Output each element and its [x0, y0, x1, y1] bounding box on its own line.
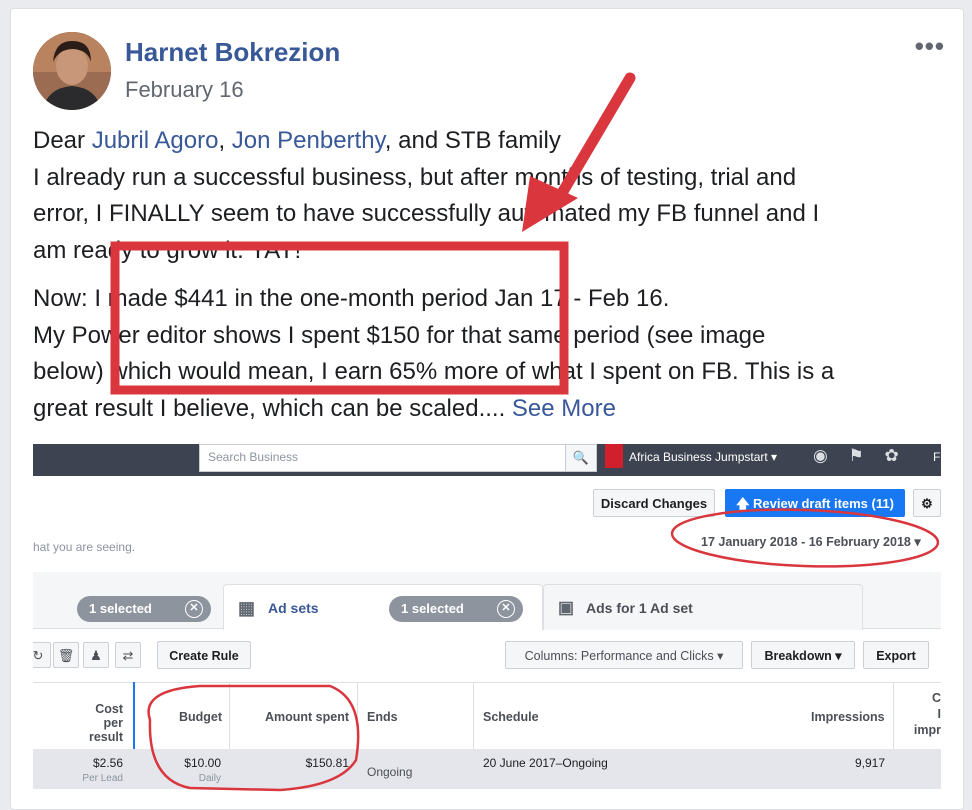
review-draft-button: 🡅 Review draft items (11) — [725, 489, 905, 517]
top-letter: F — [933, 450, 941, 464]
cell-impressions: 9,917 — [854, 756, 885, 770]
clear-icon: ✕ — [185, 600, 203, 618]
post-text: Dear Jubril Agoro, Jon Penberthy, and ST… — [33, 123, 943, 427]
header-ends: Ends — [367, 710, 398, 724]
columns-dropdown: Columns: Performance and Clicks ▾ — [505, 641, 743, 669]
export-button: Export — [863, 641, 929, 669]
cell-schedule: 20 June 2017–Ongoing — [483, 756, 608, 770]
header-impressions: Impressions — [811, 710, 885, 724]
create-rule-button: Create Rule — [157, 641, 251, 669]
discard-changes-button: Discard Changes — [593, 489, 715, 517]
account-name: Africa Business Jumpstart ▾ — [605, 444, 777, 470]
hint-text: hat you are seeing. — [33, 540, 136, 554]
notification-icons: ◉ ⚑ ✿ — [813, 446, 907, 465]
tab-ads: ▣ Ads for 1 Ad set — [543, 584, 863, 630]
paragraph-2: Now: I made $441 in the one-month period… — [33, 285, 835, 422]
header-cost-per-result: Cost per result — [88, 702, 123, 744]
users-icon: ♟ — [83, 642, 109, 668]
refresh-icon: ↻ — [33, 642, 51, 668]
trash-icon: 🗑 — [53, 642, 79, 668]
mention-jubril[interactable]: Jubril Agoro — [92, 127, 219, 154]
cell-cost: $2.56 Per Lead — [82, 756, 123, 784]
see-more-link[interactable]: See More — [512, 395, 616, 422]
cell-budget: $10.00 Daily — [184, 756, 221, 784]
cell-ends: Ongoing — [367, 765, 413, 779]
author-avatar[interactable] — [33, 32, 111, 110]
mention-jon[interactable]: Jon Penberthy — [232, 127, 385, 154]
post-date[interactable]: February 16 — [125, 77, 244, 103]
search-icon: 🔍 — [565, 444, 597, 472]
campaign-selected-pill: 1 selected ✕ — [77, 596, 211, 622]
adset-selected-pill: 1 selected ✕ — [389, 596, 523, 622]
header-amount-spent: Amount spent — [265, 710, 350, 724]
post-card: Harnet Bokrezion February 16 ••• Dear Ju… — [10, 8, 964, 810]
header-budget: Budget — [179, 710, 223, 724]
ads-manager-screenshot[interactable]: Search Business 🔍 Africa Business Jumpst… — [33, 444, 941, 789]
date-range-picker: 17 January 2018 - 16 February 2018 ▾ — [701, 535, 921, 549]
paragraph-1: Dear Jubril Agoro, Jon Penberthy, and ST… — [33, 127, 820, 264]
more-options-icon[interactable]: ••• — [915, 31, 945, 62]
share-icon: ⇄ — [115, 642, 141, 668]
ad-icon: ▣ — [558, 598, 575, 617]
gear-icon: ⚙ — [913, 489, 941, 517]
breakdown-dropdown: Breakdown ▾ — [751, 641, 855, 669]
header-clipped: C Iimpr — [913, 691, 941, 737]
cell-amount-spent: $150.81 — [305, 756, 349, 770]
clear-icon: ✕ — [497, 600, 515, 618]
search-box: Search Business — [199, 444, 567, 472]
author-name[interactable]: Harnet Bokrezion — [125, 37, 340, 68]
grid-icon: ▦ — [238, 598, 256, 618]
header-schedule: Schedule — [483, 710, 539, 724]
